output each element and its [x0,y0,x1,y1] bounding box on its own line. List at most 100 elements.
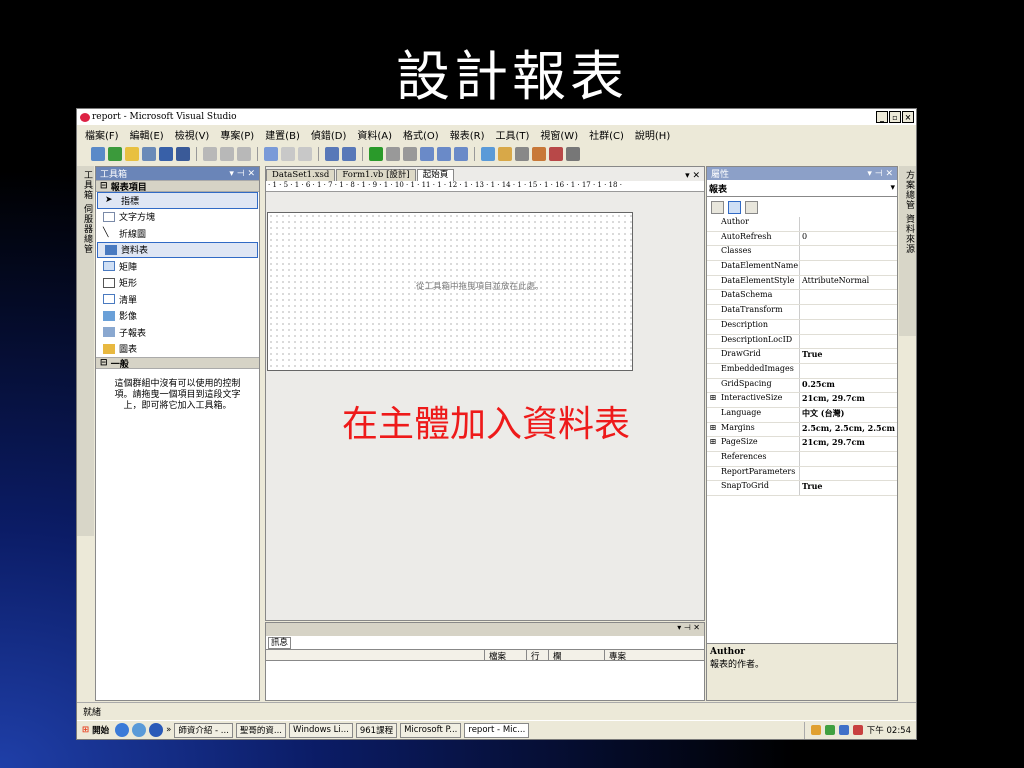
property-value[interactable] [800,452,897,466]
property-value[interactable] [800,246,897,260]
expand-icon[interactable]: ⊞ [707,393,719,407]
copy-icon[interactable] [220,147,234,161]
property-row[interactable]: ReportParameters [707,466,897,482]
property-row[interactable]: DataTransform [707,305,897,320]
expand-icon[interactable] [707,261,719,275]
properties-icon[interactable] [498,147,512,161]
quicklaunch-icon[interactable] [132,723,147,737]
tray-icon[interactable] [824,725,835,735]
right-tool-strip[interactable]: 方案總管 資料來源 [899,166,916,336]
expand-icon[interactable]: ⊞ [707,423,719,437]
expand-icon[interactable] [707,364,719,378]
property-row[interactable]: Language 中文 (台灣) [707,407,897,423]
left-tool-strip[interactable]: 工具箱 伺服器總管 [77,166,94,536]
menu-help[interactable]: 說明(H) [635,127,670,142]
expand-icon[interactable] [707,481,719,495]
toolbox-item-table[interactable]: 資料表 [97,241,258,258]
column-column[interactable]: 欄 [548,650,604,662]
property-value[interactable] [800,217,897,231]
menu-window[interactable]: 視窗(W) [540,127,578,142]
tray-icon[interactable] [852,725,863,735]
property-row[interactable]: ⊞ PageSize 21cm, 29.7cm [707,437,897,452]
task-button-3[interactable]: Windows Li... [289,722,353,738]
undo-icon[interactable] [325,147,339,161]
stop-icon[interactable] [403,147,417,161]
pause-icon[interactable] [386,147,400,161]
quicklaunch-chevron[interactable]: » [166,725,171,735]
expand-icon[interactable] [707,290,719,304]
property-row[interactable]: Description [707,319,897,335]
toolbox-item-image[interactable]: 影像 [96,308,259,325]
menu-format[interactable]: 格式(O) [403,127,439,142]
expand-icon[interactable] [707,276,719,290]
property-row[interactable]: ⊞ InteractiveSize 21cm, 29.7cm [707,393,897,408]
property-value[interactable] [800,335,897,349]
section-report-items[interactable]: ⊟ 報表項目 [96,180,259,193]
toolbox-item-rectangle[interactable]: 矩形 [96,275,259,292]
property-row[interactable]: AutoRefresh 0 [707,231,897,247]
expand-icon[interactable]: ⊞ [707,437,719,451]
report-body-canvas[interactable]: 從工具箱中拖曳項目並放在此處。 [267,212,633,371]
close-window-button[interactable]: × [902,111,914,123]
section-general[interactable]: ⊟ 一般 [96,357,259,370]
property-value[interactable]: 中文 (台灣) [800,408,897,422]
property-row[interactable]: Classes [707,246,897,262]
add-item-icon[interactable] [108,147,122,161]
menu-project[interactable]: 專案(P) [220,127,254,142]
property-value[interactable] [800,467,897,481]
menu-file[interactable]: 檔案(F) [85,127,119,142]
task-button-4[interactable]: 961課程 [355,722,398,738]
property-row[interactable]: DataSchema [707,290,897,306]
object-selector[interactable]: 報表 ▾ [707,180,897,197]
property-row[interactable]: DataElementStyle AttributeNormal [707,275,897,291]
expand-icon[interactable] [707,305,719,319]
tab-form1-design[interactable]: Form1.vb [設計] [336,169,416,181]
alphabetical-icon[interactable] [728,200,741,214]
expand-icon[interactable] [707,452,719,466]
property-value[interactable]: AttributeNormal [800,276,897,290]
tab-start-page[interactable]: 起始頁 [416,169,455,181]
property-row[interactable]: DescriptionLocID [707,334,897,350]
open-file-icon[interactable] [125,147,139,161]
task-button-1[interactable]: 師資介紹 - ... [174,722,233,738]
tab-dataset[interactable]: DataSet1.xsd [266,169,336,181]
properties-header-controls[interactable]: ▾ ⊣ ✕ [867,169,893,179]
document-controls[interactable]: ▾ ✕ [685,171,704,181]
toolbox-item-pointer[interactable]: ➤ 指標 [97,192,258,209]
start-page-icon[interactable] [549,147,563,161]
property-value[interactable] [800,305,897,319]
column-project[interactable]: 專案 [604,650,704,662]
property-row[interactable]: GridSpacing 0.25cm [707,378,897,394]
step-out-icon[interactable] [454,147,468,161]
task-button-5[interactable]: Microsoft P... [400,722,462,738]
column-line[interactable]: 行 [526,650,548,662]
redo-icon[interactable] [342,147,356,161]
menu-report[interactable]: 報表(R) [450,127,485,142]
task-button-2[interactable]: 聖哥的資... [235,722,286,738]
property-value[interactable] [800,261,897,275]
start-debug-icon[interactable] [369,147,383,161]
menu-build[interactable]: 建置(B) [265,127,300,142]
property-value[interactable] [800,320,897,334]
property-row[interactable]: SnapToGrid True [707,481,897,497]
toolbox-icon[interactable] [532,147,546,161]
expand-icon[interactable] [707,408,719,422]
expand-icon[interactable] [707,379,719,393]
property-value[interactable]: 0 [800,232,897,246]
toolbox-item-chart[interactable]: 圖表 [96,341,259,358]
property-row[interactable]: DataElementName [707,261,897,276]
menu-data[interactable]: 資料(A) [357,127,392,142]
tray-icon[interactable] [838,725,849,735]
comment-icon[interactable] [281,147,295,161]
property-row[interactable]: References [707,452,897,467]
property-row[interactable]: EmbeddedImages [707,363,897,379]
property-value[interactable] [800,364,897,378]
menu-edit[interactable]: 編輯(E) [130,127,164,142]
expand-icon[interactable] [707,467,719,481]
property-pages-icon[interactable] [745,200,758,214]
solution-explorer-icon[interactable] [481,147,495,161]
expand-icon[interactable] [707,335,719,349]
property-value[interactable]: True [800,349,897,363]
start-button[interactable]: ⊞ 開始 [79,722,113,738]
find-icon[interactable] [264,147,278,161]
